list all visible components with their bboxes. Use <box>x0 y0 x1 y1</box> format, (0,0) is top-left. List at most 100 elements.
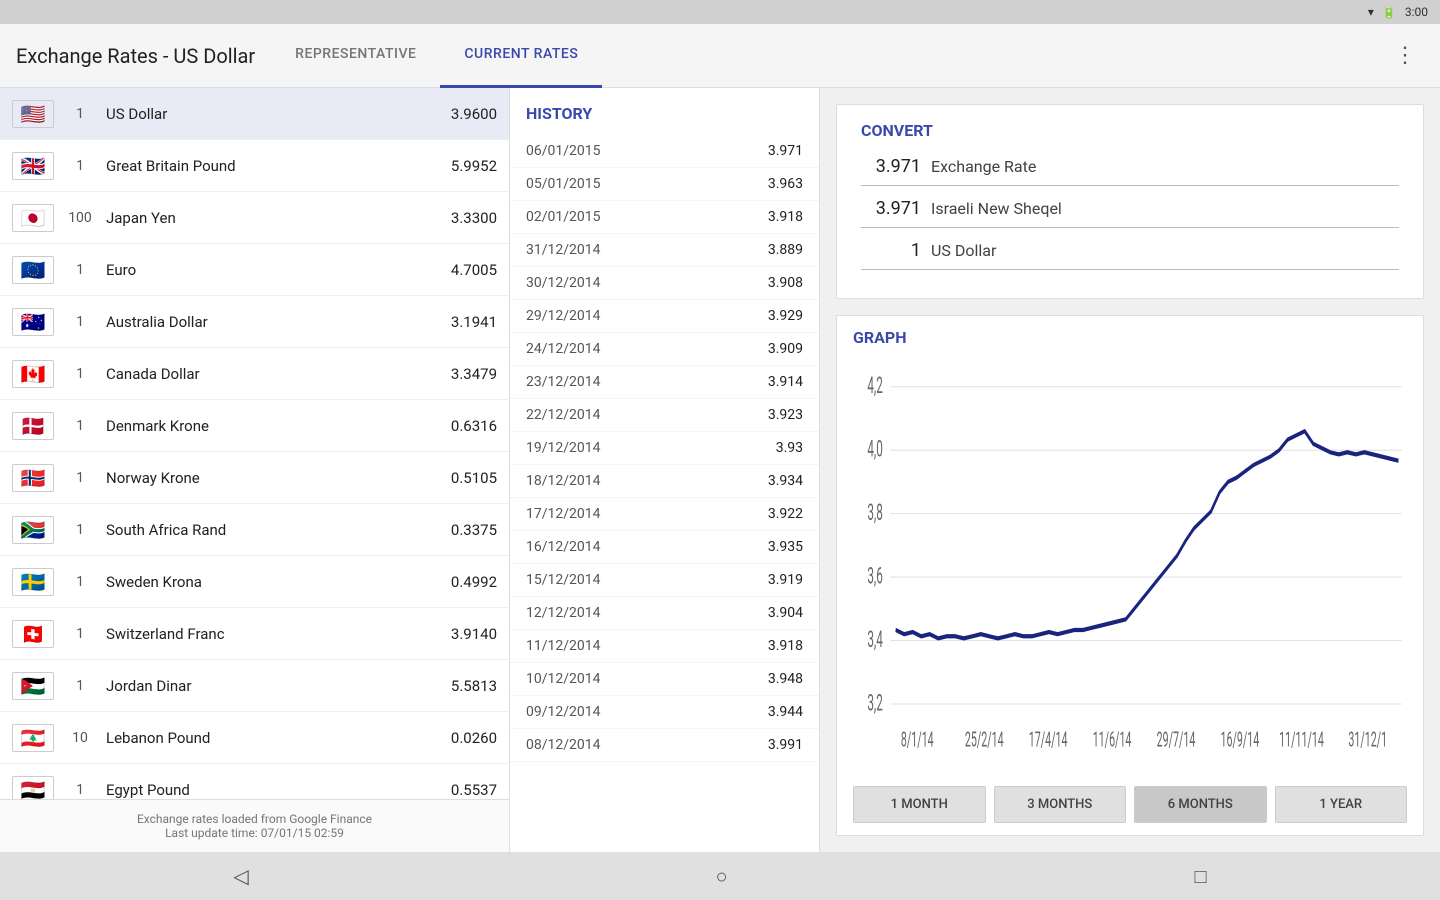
history-date: 29/12/2014 <box>526 308 601 324</box>
graph-period-button[interactable]: 6 MONTHS <box>1134 786 1267 823</box>
currency-row[interactable]: 🇨🇭 1 Switzerland Franc 3.9140 <box>0 608 509 660</box>
history-value: 3.918 <box>768 638 803 654</box>
history-date: 17/12/2014 <box>526 506 601 522</box>
svg-text:4,0: 4,0 <box>867 436 882 463</box>
svg-text:29/7/14: 29/7/14 <box>1157 727 1196 752</box>
home-button[interactable]: ○ <box>716 864 728 889</box>
convert-row: 3.971 Israeli New Sheqel <box>861 198 1399 228</box>
currency-name: Denmark Krone <box>106 417 451 435</box>
history-row[interactable]: 10/12/2014 3.948 <box>510 663 819 696</box>
history-date: 12/12/2014 <box>526 605 601 621</box>
currency-flag: 🇦🇺 <box>12 308 54 336</box>
history-date: 10/12/2014 <box>526 671 601 687</box>
convert-row: 3.971 Exchange Rate <box>861 156 1399 186</box>
history-value: 3.934 <box>768 473 803 489</box>
history-value: 3.963 <box>768 176 803 192</box>
currency-multiplier: 1 <box>60 418 100 434</box>
history-row[interactable]: 18/12/2014 3.934 <box>510 465 819 498</box>
history-row[interactable]: 12/12/2014 3.904 <box>510 597 819 630</box>
currency-multiplier: 100 <box>60 210 100 226</box>
currency-row[interactable]: 🇨🇦 1 Canada Dollar 3.3479 <box>0 348 509 400</box>
history-row[interactable]: 06/01/2015 3.971 <box>510 135 819 168</box>
currency-rate: 3.1941 <box>451 313 497 331</box>
currency-row[interactable]: 🇿🇦 1 South Africa Rand 0.3375 <box>0 504 509 556</box>
history-date: 15/12/2014 <box>526 572 601 588</box>
graph-period-button[interactable]: 1 YEAR <box>1275 786 1408 823</box>
currency-row[interactable]: 🇳🇴 1 Norway Krone 0.5105 <box>0 452 509 504</box>
convert-number: 3.971 <box>861 198 921 219</box>
history-row[interactable]: 09/12/2014 3.944 <box>510 696 819 729</box>
history-list: 06/01/2015 3.971 05/01/2015 3.963 02/01/… <box>510 135 819 836</box>
app-bar: Exchange Rates - US Dollar REPRESENTATIV… <box>0 24 1440 88</box>
convert-rows: 3.971 Exchange Rate 3.971 Israeli New Sh… <box>861 156 1399 270</box>
currency-row[interactable]: 🇪🇬 1 Egypt Pound 0.5537 <box>0 764 509 799</box>
currency-multiplier: 1 <box>60 522 100 538</box>
tab-representative[interactable]: REPRESENTATIVE <box>271 24 440 88</box>
currency-multiplier: 1 <box>60 366 100 382</box>
currency-multiplier: 1 <box>60 158 100 174</box>
history-date: 16/12/2014 <box>526 539 601 555</box>
currency-row[interactable]: 🇬🇧 1 Great Britain Pound 5.9952 <box>0 140 509 192</box>
currency-flag: 🇪🇬 <box>12 776 54 800</box>
back-button[interactable]: ◁ <box>233 864 248 888</box>
graph-period-button[interactable]: 3 MONTHS <box>994 786 1127 823</box>
convert-number: 3.971 <box>861 156 921 177</box>
history-panel: HISTORY 06/01/2015 3.971 05/01/2015 3.96… <box>510 88 820 852</box>
svg-text:8/1/14: 8/1/14 <box>901 727 934 752</box>
svg-text:17/4/14: 17/4/14 <box>1029 727 1068 752</box>
history-value: 3.922 <box>768 506 803 522</box>
history-row[interactable]: 31/12/2014 3.889 <box>510 234 819 267</box>
history-row[interactable]: 11/12/2014 3.918 <box>510 630 819 663</box>
footer-line1: Exchange rates loaded from Google Financ… <box>12 812 497 826</box>
currency-row[interactable]: 🇪🇺 1 Euro 4.7005 <box>0 244 509 296</box>
history-row[interactable]: 15/12/2014 3.919 <box>510 564 819 597</box>
currency-multiplier: 1 <box>60 314 100 330</box>
currency-rate: 3.9600 <box>451 105 497 123</box>
history-title: HISTORY <box>510 104 819 135</box>
history-date: 06/01/2015 <box>526 143 601 159</box>
currency-flag: 🇸🇪 <box>12 568 54 596</box>
history-row[interactable]: 19/12/2014 3.93 <box>510 432 819 465</box>
history-row[interactable]: 05/01/2015 3.963 <box>510 168 819 201</box>
currency-rate: 5.5813 <box>451 677 497 695</box>
history-row[interactable]: 30/12/2014 3.908 <box>510 267 819 300</box>
convert-label: Israeli New Sheqel <box>931 199 1062 218</box>
currency-multiplier: 10 <box>60 730 100 746</box>
currency-rate: 3.3300 <box>451 209 497 227</box>
currency-row[interactable]: 🇯🇵 100 Japan Yen 3.3300 <box>0 192 509 244</box>
history-row[interactable]: 16/12/2014 3.935 <box>510 531 819 564</box>
history-row[interactable]: 29/12/2014 3.929 <box>510 300 819 333</box>
currency-flag: 🇨🇭 <box>12 620 54 648</box>
currency-row[interactable]: 🇸🇪 1 Sweden Krona 0.4992 <box>0 556 509 608</box>
history-row[interactable]: 02/01/2015 3.918 <box>510 201 819 234</box>
currency-row[interactable]: 🇯🇴 1 Jordan Dinar 5.5813 <box>0 660 509 712</box>
history-value: 3.991 <box>768 737 803 753</box>
history-row[interactable]: 17/12/2014 3.922 <box>510 498 819 531</box>
graph-box: GRAPH 4,2 4,0 3,8 3,6 3,4 3,2 <box>836 315 1424 836</box>
history-date: 02/01/2015 <box>526 209 601 225</box>
convert-box: CONVERT 3.971 Exchange Rate 3.971 Israel… <box>836 104 1424 299</box>
svg-text:11/6/14: 11/6/14 <box>1093 727 1132 752</box>
currency-row[interactable]: 🇱🇧 10 Lebanon Pound 0.0260 <box>0 712 509 764</box>
tab-current-rates[interactable]: CURRENT RATES <box>440 24 602 88</box>
currency-multiplier: 1 <box>60 626 100 642</box>
currency-name: Canada Dollar <box>106 365 451 383</box>
history-row[interactable]: 08/12/2014 3.991 <box>510 729 819 762</box>
graph-area: 4,2 4,0 3,8 3,6 3,4 3,2 <box>853 355 1407 823</box>
currency-row[interactable]: 🇩🇰 1 Denmark Krone 0.6316 <box>0 400 509 452</box>
currency-name: US Dollar <box>106 105 451 123</box>
currency-name: Egypt Pound <box>106 781 451 799</box>
history-row[interactable]: 23/12/2014 3.914 <box>510 366 819 399</box>
currency-flag: 🇨🇦 <box>12 360 54 388</box>
history-date: 24/12/2014 <box>526 341 601 357</box>
currency-row[interactable]: 🇺🇸 1 US Dollar 3.9600 <box>0 88 509 140</box>
history-row[interactable]: 24/12/2014 3.909 <box>510 333 819 366</box>
graph-period-button[interactable]: 1 MONTH <box>853 786 986 823</box>
menu-icon[interactable]: ⋮ <box>1386 35 1424 76</box>
recents-button[interactable]: □ <box>1194 864 1206 889</box>
history-date: 30/12/2014 <box>526 275 601 291</box>
currency-flag: 🇱🇧 <box>12 724 54 752</box>
history-date: 19/12/2014 <box>526 440 601 456</box>
currency-row[interactable]: 🇦🇺 1 Australia Dollar 3.1941 <box>0 296 509 348</box>
history-row[interactable]: 22/12/2014 3.923 <box>510 399 819 432</box>
